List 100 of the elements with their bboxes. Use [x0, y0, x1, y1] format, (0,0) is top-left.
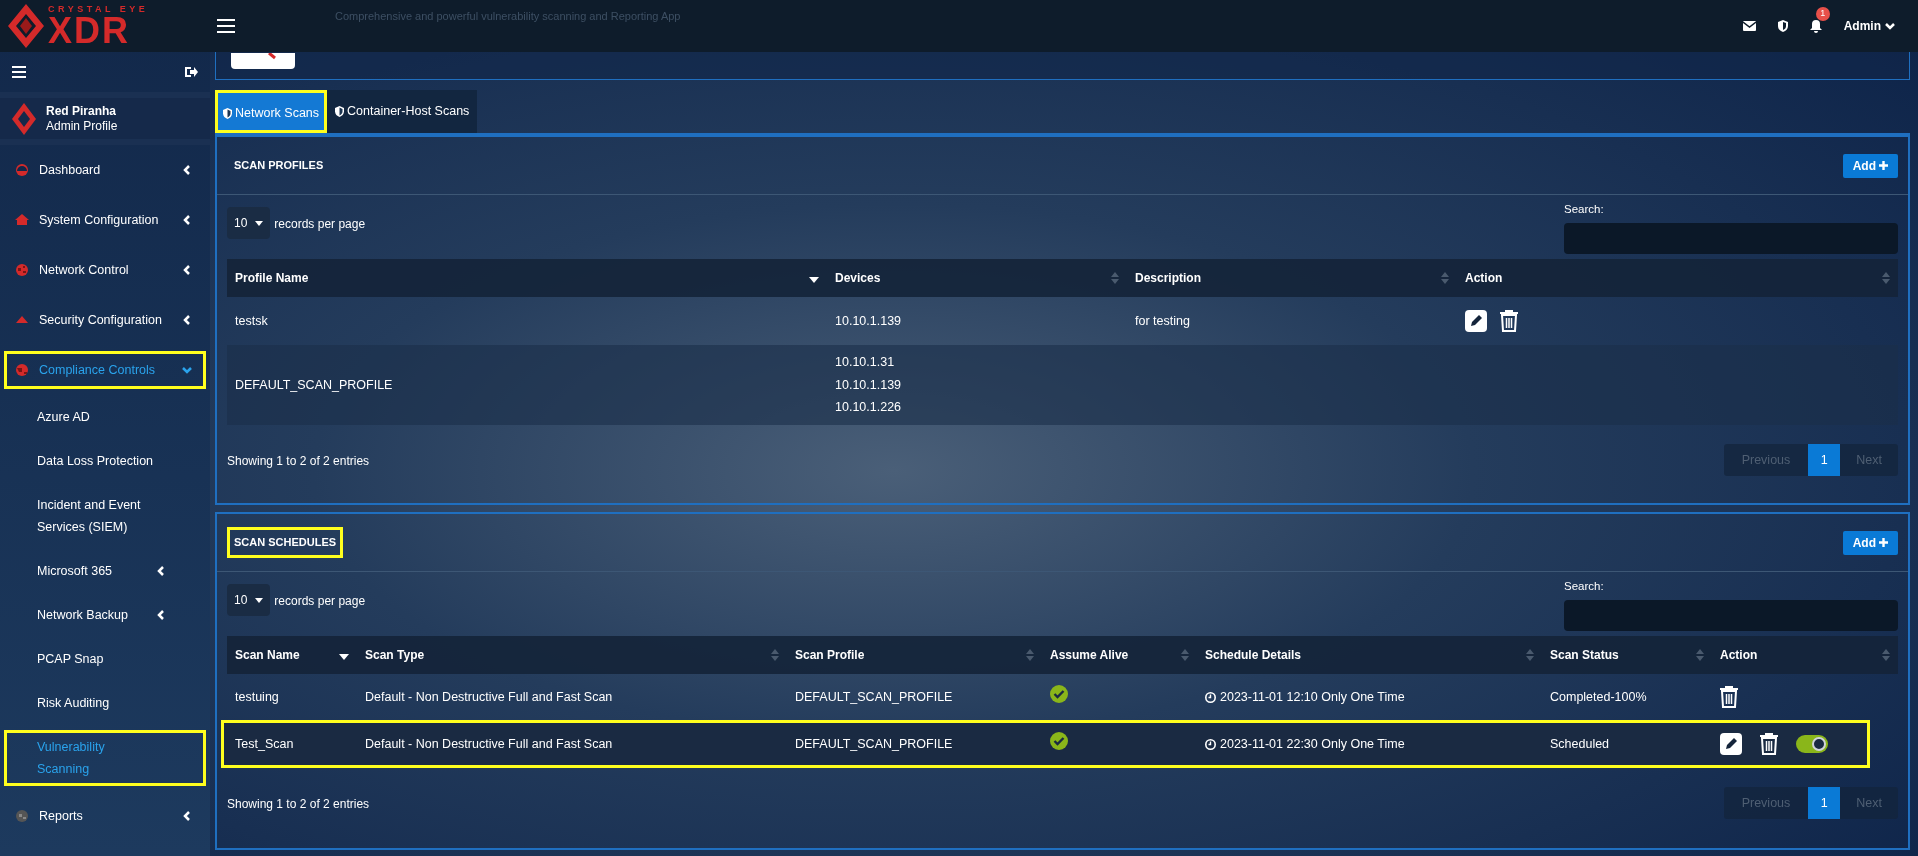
chevron-left-icon: [181, 214, 193, 226]
sidebar-subitem[interactable]: Data Loss Protection: [4, 447, 206, 475]
sidebar-subitem[interactable]: Vulnerability Scanning: [4, 730, 206, 786]
trash-icon[interactable]: [1720, 686, 1738, 708]
chevron-left-icon: [181, 314, 193, 326]
sidebar-subitem[interactable]: Incident and Event Services (SIEM): [4, 491, 206, 541]
table-cell-text: 10.10.1.139: [835, 376, 903, 394]
menu-icon[interactable]: [12, 66, 26, 78]
trash-icon[interactable]: [1760, 733, 1778, 755]
column-header[interactable]: Scan Profile: [795, 646, 865, 664]
table-cell-text: testsk: [234, 312, 269, 330]
table-cell: for testing: [1135, 313, 1190, 328]
tab[interactable]: Container-Host Scans: [327, 90, 478, 133]
sort-desc-icon[interactable]: [809, 277, 819, 283]
table-cell-text: 10.10.1.31: [835, 353, 896, 371]
menu-icon[interactable]: [217, 19, 235, 33]
search-field[interactable]: [1564, 223, 1898, 255]
column-header[interactable]: Action: [1465, 269, 1503, 287]
sidebar-item[interactable]: Reports: [4, 797, 206, 835]
column-header[interactable]: Action: [1720, 646, 1758, 664]
table-cell-text: 10.10.1.139: [835, 312, 903, 330]
caret-icon: [255, 220, 264, 226]
add-button[interactable]: Add: [1842, 153, 1898, 178]
bell-icon[interactable]: [1809, 19, 1822, 33]
table-cell-text: DEFAULT_SCAN_PROFILE: [794, 688, 954, 706]
chevron-down-icon: [181, 364, 193, 376]
page-size-label: records per page: [274, 216, 366, 233]
table-cell-text: Default - Non Destructive Full and Fast Scan: [364, 688, 614, 706]
trash-icon[interactable]: [1500, 310, 1518, 332]
column-header[interactable]: Description: [1135, 269, 1201, 287]
plus-icon: [1879, 161, 1888, 170]
column-header[interactable]: Devices: [835, 269, 881, 287]
profile-role: Admin Profile: [46, 118, 118, 134]
edit-icon[interactable]: [1465, 310, 1487, 332]
logo-tagline: CRYSTAL EYE: [48, 4, 149, 14]
table-cell-text: DEFAULT_SCAN_PROFILE: [234, 376, 394, 394]
toggle-switch[interactable]: [1796, 735, 1828, 753]
search-label: Search:: [1564, 579, 1605, 594]
search-field[interactable]: [1564, 600, 1898, 632]
add-button[interactable]: Add: [1842, 530, 1898, 555]
table-cell-text: DEFAULT_SCAN_PROFILE: [794, 735, 954, 753]
table-cell-text: Test_Scan: [234, 735, 295, 753]
sidebar-item[interactable]: Network Control: [4, 251, 206, 289]
caret-icon: [255, 597, 264, 603]
column-header[interactable]: Scan Name: [235, 646, 300, 664]
table-info: Showing 1 to 2 of 2 entries: [227, 796, 370, 813]
table-info: Showing 1 to 2 of 2 entries: [227, 453, 370, 470]
sort-desc-icon[interactable]: [339, 654, 349, 660]
logo-title: XDR: [48, 13, 130, 48]
nav-icon: [15, 263, 29, 277]
profile-logo-icon: [12, 102, 36, 135]
page-button[interactable]: 1: [1808, 444, 1841, 476]
sidebar-item[interactable]: Compliance Controls: [4, 351, 206, 389]
column-header[interactable]: Scan Type: [365, 646, 425, 664]
nav-icon: [15, 163, 29, 177]
shield-icon[interactable]: [1777, 20, 1788, 32]
page-size-label: records per page: [274, 593, 366, 610]
sidebar-subitem[interactable]: Microsoft 365: [4, 557, 206, 585]
table-cell-text: 10.10.1.226: [835, 399, 903, 417]
sidebar-item[interactable]: Dashboard: [4, 151, 206, 189]
chevron-left-icon: [181, 164, 193, 176]
clock-icon: [1205, 738, 1216, 750]
plus-icon: [1879, 538, 1888, 547]
sidebar-subitem[interactable]: Azure AD: [4, 403, 206, 431]
column-header[interactable]: Profile Name: [235, 269, 309, 287]
logo-icon: [8, 4, 44, 48]
sidebar-item[interactable]: System Configuration: [4, 201, 206, 239]
table-cell-text: Scheduled: [1549, 735, 1611, 753]
nav-icon: [15, 213, 29, 227]
page-size-select[interactable]: 10: [227, 207, 271, 239]
table-cell-text: 2023-11-01 12:10 Only One Time: [1220, 688, 1405, 706]
search-label: Search:: [1564, 202, 1605, 217]
edit-icon[interactable]: [1720, 733, 1742, 755]
table-cell-text: testuing: [234, 688, 280, 706]
nav-icon: [15, 809, 29, 823]
clock-icon: [1205, 691, 1216, 703]
shield-icon: [335, 106, 345, 117]
tab[interactable]: Network Scans: [215, 90, 328, 133]
panel-title: SCAN SCHEDULES: [227, 527, 344, 558]
user-menu[interactable]: Admin: [1843, 17, 1896, 35]
panel-title: SCAN PROFILES: [233, 158, 325, 174]
sidebar-subitem[interactable]: Risk Auditing: [4, 689, 206, 717]
sidebar-subitem[interactable]: PCAP Snap: [4, 645, 206, 673]
notification-badge: 1: [1815, 6, 1830, 21]
chevron-left-icon: [155, 565, 167, 577]
mail-icon[interactable]: [1742, 21, 1756, 31]
profile-name: Red Piranha: [46, 103, 118, 119]
sidebar-subitem[interactable]: Network Backup: [4, 601, 206, 629]
chevron-left-icon: [155, 609, 167, 621]
sidebar-item[interactable]: Security Configuration: [4, 301, 206, 339]
logout-icon[interactable]: [184, 66, 198, 78]
table-cell-text: Completed-100%: [1549, 688, 1648, 706]
chevron-left-icon: [181, 264, 193, 276]
column-header[interactable]: Scan Status: [1550, 646, 1619, 664]
table-cell-text: Default - Non Destructive Full and Fast Scan: [364, 735, 614, 753]
page-size-select[interactable]: 10: [227, 584, 271, 616]
nav-icon: [15, 363, 29, 377]
column-header[interactable]: Schedule Details: [1205, 646, 1302, 664]
column-header[interactable]: Assume Alive: [1050, 646, 1129, 664]
page-button[interactable]: 1: [1808, 787, 1841, 819]
